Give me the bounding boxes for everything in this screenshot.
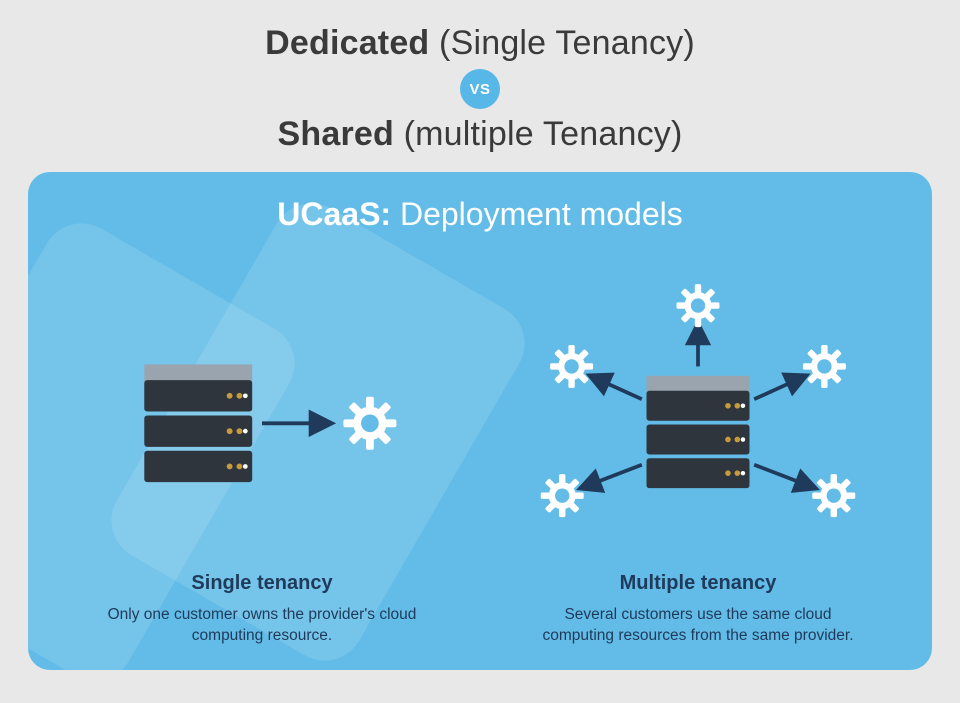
header-line1-bold: Dedicated	[265, 24, 429, 62]
gear-icon	[541, 336, 602, 397]
multiple-tenancy-illustration	[492, 249, 904, 568]
single-tenancy-svg	[56, 249, 468, 568]
vs-badge: VS	[460, 69, 500, 109]
multiple-tenancy-desc: Several customers use the same cloud com…	[533, 605, 863, 647]
single-tenancy-column: Single tenancy Only one customer owns th…	[56, 249, 468, 647]
card-title: UCaaS: Deployment models	[56, 196, 904, 233]
multiple-tenancy-title: Multiple tenancy	[620, 572, 777, 595]
card-title-rest: Deployment models	[391, 196, 683, 232]
multiple-tenancy-column: Multiple tenancy Several customers use t…	[492, 249, 904, 647]
single-tenancy-title: Single tenancy	[191, 572, 332, 595]
page-header: Dedicated (Single Tenancy) VS Shared (mu…	[28, 24, 932, 154]
header-line-2: Shared (multiple Tenancy)	[28, 115, 932, 154]
gear-icon	[332, 386, 407, 461]
card-title-bold: UCaaS:	[277, 196, 391, 232]
header-line2-bold: Shared	[278, 115, 394, 153]
header-line-1: Dedicated (Single Tenancy)	[28, 24, 932, 63]
gear-icon	[668, 275, 729, 336]
gear-icon	[803, 465, 864, 526]
multiple-tenancy-svg	[492, 249, 904, 568]
header-line2-rest: (multiple Tenancy)	[394, 115, 683, 153]
single-tenancy-illustration	[56, 249, 468, 568]
single-tenancy-desc: Only one customer owns the provider's cl…	[97, 605, 427, 647]
gear-icon	[794, 336, 855, 397]
deployment-card: UCaaS: Deployment models	[28, 172, 932, 670]
header-line1-rest: (Single Tenancy)	[429, 24, 694, 62]
gear-icon	[532, 465, 593, 526]
server-icon	[647, 376, 750, 488]
server-icon	[144, 364, 252, 482]
